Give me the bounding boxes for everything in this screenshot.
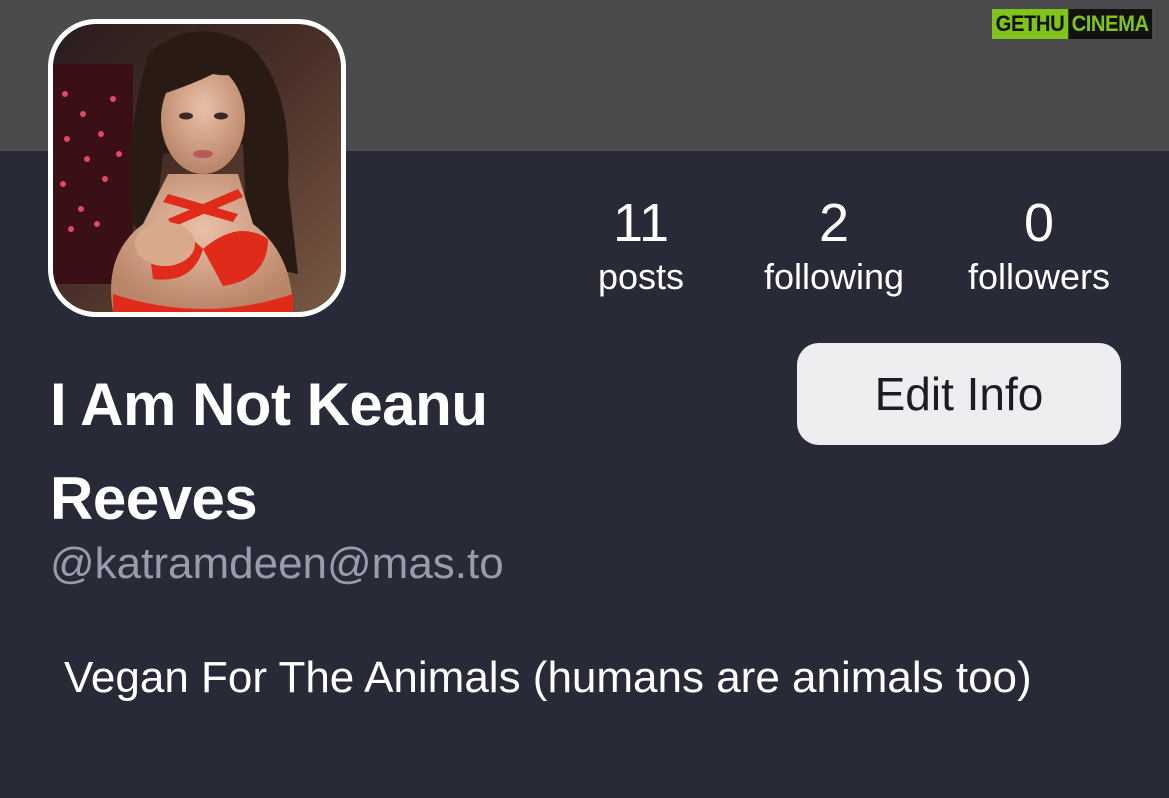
display-name: I Am Not Keanu Reeves [50,371,488,532]
stat-followers[interactable]: 0 followers [948,188,1130,298]
stat-following[interactable]: 2 following [744,188,924,298]
posts-count: 11 [612,193,670,253]
avatar-image [53,24,341,312]
followers-label: followers [967,256,1111,297]
profile-bio: Vegan For The Animals (humans are animal… [64,653,1032,702]
following-count: 2 [818,193,850,253]
edit-info-button[interactable]: Edit Info [797,343,1121,445]
profile-page: GETHU CINEMA 11 posts 2 following 0 foll… [0,0,1169,798]
watermark-logo: GETHU CINEMA [992,8,1153,40]
avatar[interactable] [48,19,346,317]
watermark-part-2: CINEMA [1067,9,1153,39]
following-label: following [763,256,905,297]
followers-count: 0 [1023,193,1055,253]
account-handle: @katramdeen@mas.to [50,539,504,588]
stat-posts[interactable]: 11 posts [566,188,716,298]
posts-label: posts [597,256,685,297]
watermark-part-1: GETHU [992,9,1068,39]
